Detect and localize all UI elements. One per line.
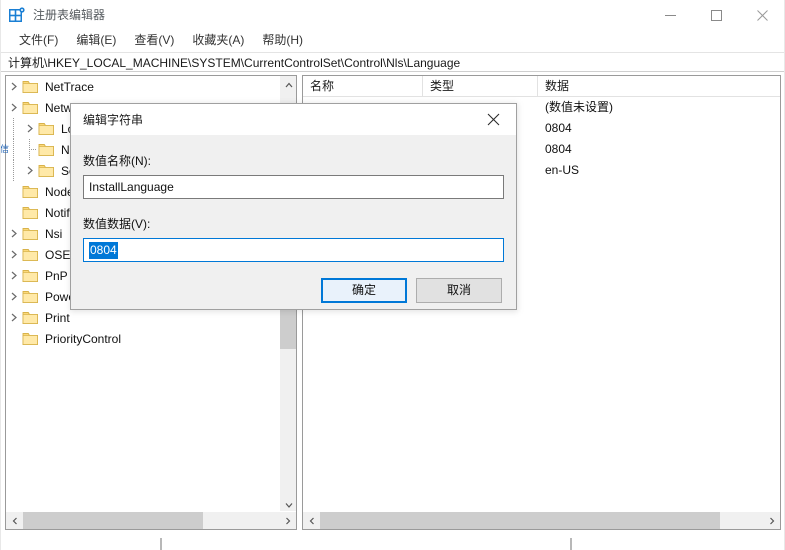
- tree-spacer: [6, 205, 22, 221]
- tree-item-label: NetTrace: [45, 79, 94, 95]
- expand-arrow-icon[interactable]: [6, 226, 22, 242]
- values-scroll-left-icon[interactable]: [303, 512, 320, 529]
- dialog-body: 数值名称(N): InstallLanguage 数值数据(V): 0804 确…: [71, 135, 516, 309]
- expand-arrow-icon[interactable]: [6, 100, 22, 116]
- tree-item-label: Print: [45, 310, 70, 326]
- values-scroll-right-icon[interactable]: [763, 512, 780, 529]
- tree-indent-guide: [6, 118, 22, 139]
- scroll-left-icon[interactable]: [6, 512, 23, 529]
- values-hscroll-thumb[interactable]: [320, 512, 720, 529]
- value-name-input[interactable]: InstallLanguage: [83, 175, 504, 199]
- folder-icon: [22, 331, 40, 346]
- expand-arrow-icon[interactable]: [6, 247, 22, 263]
- tree-hscroll-thumb[interactable]: [23, 512, 203, 529]
- dialog-close-button[interactable]: [471, 104, 516, 134]
- folder-icon: [22, 268, 40, 283]
- value-data-input[interactable]: 0804: [83, 238, 504, 262]
- folder-icon: [38, 142, 56, 157]
- folder-icon: [22, 289, 40, 304]
- tree-item-prioritycontrol[interactable]: PriorityControl: [6, 328, 278, 349]
- expand-arrow-icon[interactable]: [6, 289, 22, 305]
- tree-spacer: [6, 331, 22, 347]
- column-data[interactable]: 数据: [538, 76, 781, 97]
- window-edge-artifact: 信: [0, 140, 10, 158]
- window-controls: [647, 0, 785, 30]
- tree-item-label: PriorityControl: [45, 331, 121, 347]
- tree-hscroll-track[interactable]: [23, 512, 279, 529]
- folder-icon: [22, 226, 40, 241]
- scroll-right-icon[interactable]: [279, 512, 296, 529]
- title-bar: 注册表编辑器: [0, 0, 785, 30]
- scroll-up-icon[interactable]: [280, 76, 297, 93]
- value-data-label: 数值数据(V):: [83, 216, 150, 232]
- tree-spacer: [6, 184, 22, 200]
- registry-icon: [9, 7, 26, 23]
- folder-icon: [22, 79, 40, 94]
- expand-arrow-icon[interactable]: [22, 163, 38, 179]
- values-horizontal-scrollbar[interactable]: [303, 511, 780, 529]
- window-title: 注册表编辑器: [33, 7, 105, 23]
- menu-view[interactable]: 查看(V): [125, 31, 183, 51]
- dialog-title-bar: 编辑字符串: [71, 104, 516, 135]
- expand-arrow-icon[interactable]: [6, 79, 22, 95]
- value-data-selected-text: 0804: [89, 242, 118, 259]
- value-data-cell: 0804: [538, 139, 781, 160]
- tree-item-label: PnP: [45, 268, 68, 284]
- expand-arrow-icon[interactable]: [22, 121, 38, 137]
- registry-path: 计算机\HKEY_LOCAL_MACHINE\SYSTEM\CurrentCon…: [8, 55, 460, 71]
- folder-icon: [22, 100, 40, 115]
- folder-icon: [38, 121, 56, 136]
- taskbar-tick-left: [160, 538, 162, 550]
- menu-favorites[interactable]: 收藏夹(A): [183, 31, 253, 51]
- tree-item-label: Nsi: [45, 226, 62, 242]
- taskbar-tick-right: [570, 538, 572, 550]
- value-data-cell: (数值未设置): [538, 97, 781, 118]
- folder-icon: [22, 310, 40, 325]
- minimize-button[interactable]: [647, 0, 693, 30]
- values-column-header: 名称 类型 数据: [303, 76, 781, 97]
- tree-connector-icon: [22, 139, 38, 160]
- menu-bar: 文件(F) 编辑(E) 查看(V) 收藏夹(A) 帮助(H): [0, 30, 785, 52]
- cancel-button[interactable]: 取消: [416, 278, 502, 303]
- tree-indent-guide: [6, 160, 22, 181]
- expand-arrow-icon[interactable]: [6, 268, 22, 284]
- value-data-cell: en-US: [538, 160, 781, 181]
- tree-item-nettrace[interactable]: NetTrace: [6, 76, 278, 97]
- menu-help[interactable]: 帮助(H): [253, 31, 312, 51]
- folder-icon: [38, 163, 56, 178]
- values-hscroll-track[interactable]: [320, 512, 763, 529]
- value-name-label: 数值名称(N):: [83, 153, 151, 169]
- registry-editor-window: 注册表编辑器 文件(F) 编辑(E) 查看(V) 收藏夹(A) 帮助(H) 计算…: [0, 0, 785, 550]
- edit-string-dialog: 编辑字符串 数值名称(N): InstallLanguage 数值数据(V): …: [70, 103, 517, 310]
- column-type[interactable]: 类型: [423, 76, 538, 97]
- menu-file[interactable]: 文件(F): [10, 31, 67, 51]
- dialog-title: 编辑字符串: [83, 112, 143, 128]
- close-button[interactable]: [739, 0, 785, 30]
- folder-icon: [22, 184, 40, 199]
- folder-icon: [22, 247, 40, 262]
- maximize-button[interactable]: [693, 0, 739, 30]
- column-name[interactable]: 名称: [303, 76, 423, 97]
- ok-button[interactable]: 确定: [321, 278, 407, 303]
- expand-arrow-icon[interactable]: [6, 310, 22, 326]
- address-bar[interactable]: 计算机\HKEY_LOCAL_MACHINE\SYSTEM\CurrentCon…: [0, 52, 785, 72]
- folder-icon: [22, 205, 40, 220]
- menu-edit[interactable]: 编辑(E): [67, 31, 125, 51]
- svg-text:信: 信: [0, 143, 9, 154]
- value-data-cell: 0804: [538, 118, 781, 139]
- bottom-strip: [0, 538, 785, 550]
- tree-horizontal-scrollbar[interactable]: [6, 511, 296, 529]
